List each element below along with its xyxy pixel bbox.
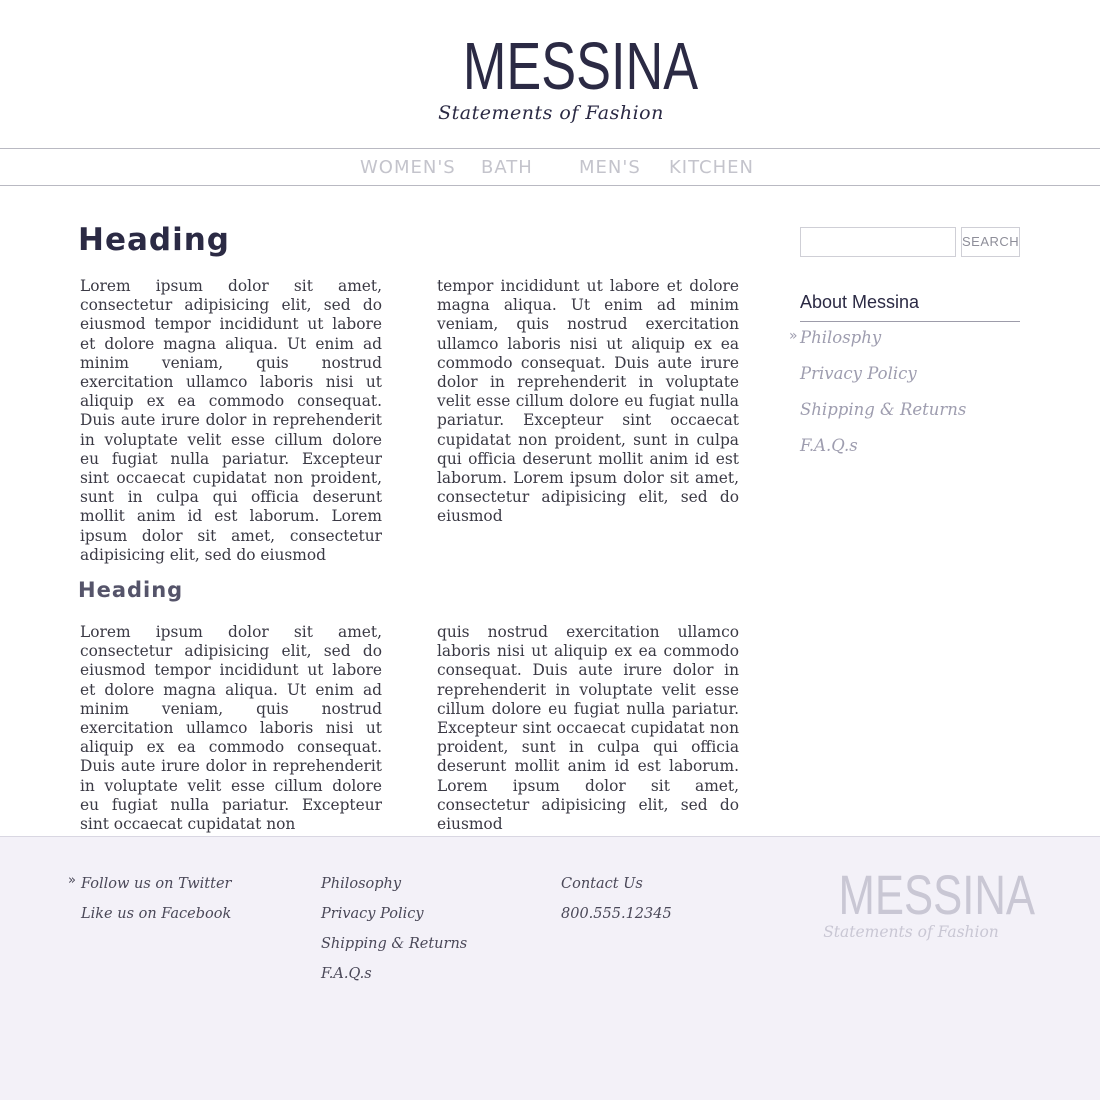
logo-tagline: Statements of Fashion (438, 102, 664, 124)
footer-arrow-icon: » (68, 873, 76, 888)
footer-phone: 800.555.12345 (561, 906, 672, 922)
section2-column2: quis nostrud exercitation ullamco labori… (437, 623, 739, 834)
sidebar-title: About Messina (800, 292, 1020, 322)
footer-logo: MESSINA Statements of Fashion (818, 863, 1036, 942)
section1-column1: Lorem ipsum dolor sit amet, consectetur … (80, 277, 382, 564)
footer-link-faqs[interactable]: F.A.Q.s (321, 966, 372, 982)
section1-column2: tempor incididunt ut labore et dolore ma… (437, 277, 739, 526)
nav-item-bath[interactable]: BATH (481, 157, 533, 178)
site-logo[interactable]: MESSINA Statements of Fashion (438, 29, 699, 124)
main-nav: WOMEN'S BATH MEN'S KITCHEN (0, 148, 1100, 186)
nav-item-kitchen[interactable]: KITCHEN (669, 157, 754, 178)
search-input[interactable] (800, 227, 956, 257)
footer-link-privacy-policy[interactable]: Privacy Policy (321, 906, 424, 922)
sidebar-item-shipping-returns[interactable]: Shipping & Returns (800, 400, 966, 419)
search-button[interactable]: SEARCH (961, 227, 1020, 257)
logo-wordmark: MESSINA (462, 29, 699, 104)
footer-contact-link[interactable]: Contact Us (561, 876, 643, 892)
page-heading: Heading (78, 222, 230, 258)
nav-item-womens[interactable]: WOMEN'S (360, 157, 456, 178)
footer-link-shipping-returns[interactable]: Shipping & Returns (321, 936, 467, 952)
sidebar-item-faqs[interactable]: F.A.Q.s (800, 436, 858, 455)
footer-facebook-link[interactable]: Like us on Facebook (81, 906, 231, 922)
nav-item-mens[interactable]: MEN'S (579, 157, 641, 178)
section2-column1: Lorem ipsum dolor sit amet, consectetur … (80, 623, 382, 834)
site-header: MESSINA Statements of Fashion (0, 0, 1100, 148)
sidebar-item-privacy-policy[interactable]: Privacy Policy (800, 364, 917, 383)
footer-twitter-link[interactable]: Follow us on Twitter (81, 876, 231, 892)
section-heading: Heading (78, 578, 184, 602)
footer-link-philosophy[interactable]: Philosophy (321, 876, 401, 892)
site-footer: » Follow us on Twitter Like us on Facebo… (0, 836, 1100, 1100)
active-arrow-icon: » (789, 328, 798, 344)
sidebar-item-philosophy[interactable]: Philosphy (800, 328, 881, 347)
footer-logo-wordmark: MESSINA (838, 863, 1036, 926)
